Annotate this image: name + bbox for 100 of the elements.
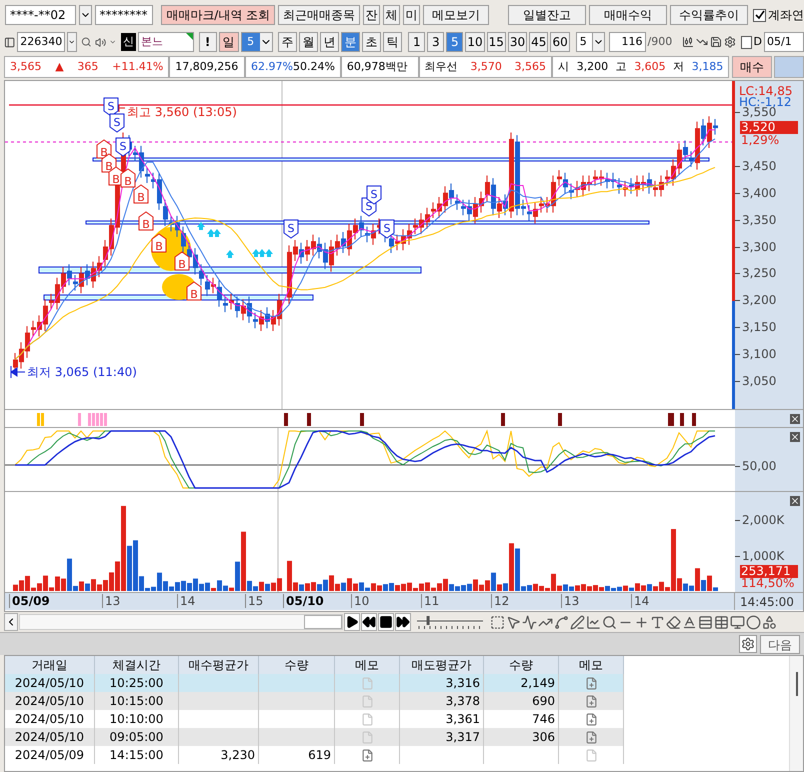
quote-text: 3,570 <box>470 58 502 75</box>
checkbox-label: 계좌연 <box>768 7 804 24</box>
rows-icon[interactable] <box>698 614 713 630</box>
next-button[interactable]: 다음 <box>760 634 800 654</box>
checkbox[interactable] <box>741 36 752 48</box>
table-cell-text: 2024/05/09 <box>14 747 84 764</box>
settings-icon[interactable] <box>739 635 757 653</box>
scroll-left-icon[interactable] <box>4 613 18 631</box>
baseline-icon[interactable] <box>682 614 697 630</box>
memo-add-icon[interactable] <box>584 676 598 690</box>
table-cell-text: 306 <box>532 729 555 746</box>
monitor-icon[interactable] <box>730 614 745 630</box>
dropdown-icon[interactable] <box>592 33 604 51</box>
table-row[interactable]: 2024/05/10 09:05:00 3,317 306 <box>5 728 624 746</box>
eraser-icon[interactable] <box>666 614 681 630</box>
table-row[interactable]: 2024/05/10 10:15:00 3,378 690 <box>5 692 624 710</box>
close-icon[interactable] <box>790 432 800 442</box>
account-field[interactable]: ****-**02 <box>5 5 76 25</box>
pointer-icon[interactable] <box>506 614 521 630</box>
alert-button[interactable]: ! <box>198 32 217 52</box>
memo-add-icon[interactable] <box>584 730 598 744</box>
scroll-thumb[interactable] <box>304 615 342 629</box>
stock-name-field[interactable]: 본느 <box>138 32 194 52</box>
axis-label: 2,000K <box>742 512 784 529</box>
curve-icon[interactable] <box>554 614 569 630</box>
memo-add-icon[interactable] <box>584 712 598 726</box>
toolbar-button[interactable]: 미 <box>403 5 420 25</box>
select-icon[interactable] <box>490 614 505 630</box>
quote-text: 62.97% <box>251 58 293 75</box>
interval-tab[interactable]: 1 <box>408 32 426 52</box>
interval-tab[interactable]: 15 <box>486 32 506 52</box>
table-cell-text: 2,149 <box>520 675 555 692</box>
interval-tab[interactable]: 5 <box>446 32 464 52</box>
save-icon[interactable] <box>710 34 722 50</box>
shapes-icon[interactable] <box>762 614 777 630</box>
circle-icon[interactable] <box>746 614 761 630</box>
bar-count-field[interactable]: 116 <box>609 32 646 52</box>
interval-tab[interactable]: 10 <box>465 32 485 52</box>
period-tab[interactable]: 년 <box>320 32 340 52</box>
password-field[interactable]: ******** <box>94 5 153 25</box>
day-button[interactable]: 일 <box>218 32 239 52</box>
toolbar-button[interactable]: 메모보기 <box>423 5 490 25</box>
close-icon[interactable] <box>790 414 800 424</box>
checkbox[interactable] <box>753 8 766 22</box>
stop-icon[interactable] <box>378 613 394 631</box>
period-tab[interactable]: 주 <box>278 32 298 52</box>
date-field[interactable]: 05/1 <box>764 32 804 52</box>
interval-tab[interactable]: 45 <box>529 32 548 52</box>
report-button[interactable]: 수익률추이 <box>670 5 748 25</box>
table-cell-text: 10:15:00 <box>110 693 164 710</box>
text-icon[interactable] <box>650 614 665 630</box>
sell-marker: S <box>110 114 124 133</box>
line-chart-icon[interactable] <box>586 614 601 630</box>
buy-marker: B <box>138 211 154 231</box>
trend-line-icon[interactable] <box>522 614 537 630</box>
period-tab[interactable]: 분 <box>341 32 360 52</box>
table-cell-text: 2024/05/10 <box>14 675 84 692</box>
search-icon[interactable] <box>80 35 92 49</box>
table-cell-text: 09:05:00 <box>110 729 164 746</box>
buy-button[interactable]: 매수 <box>732 56 772 78</box>
zoom-slider[interactable] <box>415 614 485 630</box>
axis-label: 3,200 <box>742 294 776 308</box>
pen-icon[interactable] <box>570 614 585 630</box>
quote-text: 시 <box>558 58 570 75</box>
table-cell-text: 2024/05/10 <box>14 711 84 728</box>
fast-forward-icon[interactable] <box>395 613 411 631</box>
axis-label: 3,300 <box>742 240 776 254</box>
interval-tab[interactable]: 30 <box>508 32 528 52</box>
rewind-icon[interactable] <box>361 613 377 631</box>
toolbar-button[interactable]: 최근매매종목 <box>278 5 360 25</box>
play-icon[interactable] <box>344 613 360 631</box>
plus-icon[interactable] <box>634 614 649 630</box>
buy-marker: B <box>120 168 136 188</box>
period-tab[interactable]: 초 <box>362 32 382 52</box>
search-icon[interactable] <box>602 614 617 630</box>
table-icon[interactable] <box>714 614 729 630</box>
interval-tab[interactable]: 60 <box>550 32 570 52</box>
table-row[interactable]: 2024/05/10 10:25:00 3,316 2,149 <box>5 674 624 692</box>
toolbar-button[interactable]: 잔 <box>363 5 380 25</box>
close-icon[interactable] <box>790 496 800 506</box>
toolbar-button[interactable]: 매매마크/내역 조회 <box>161 5 276 25</box>
toolbar-button[interactable]: 체 <box>383 5 400 25</box>
dropdown-icon[interactable] <box>260 33 272 51</box>
report-button[interactable]: 일별잔고 <box>508 5 586 25</box>
memo-add-icon[interactable] <box>584 694 598 708</box>
interval-dropdown[interactable]: 5 <box>576 32 606 52</box>
settings-icon[interactable] <box>724 34 736 50</box>
memo-add-icon[interactable] <box>360 748 374 762</box>
vertical-scrollbar[interactable] <box>789 656 803 771</box>
candle-icon[interactable] <box>682 34 694 50</box>
report-button[interactable]: 매매수익 <box>589 5 667 25</box>
table-cell-text: 3,378 <box>446 693 480 710</box>
table-cell-text: 2024/05/10 <box>14 729 84 746</box>
corner-triangle-icon <box>186 33 193 40</box>
code-field[interactable]: 226340 <box>17 32 66 52</box>
interval-tab[interactable]: 3 <box>427 32 444 52</box>
day-count-dropdown[interactable]: 5 <box>240 32 273 52</box>
period-tab[interactable]: 월 <box>299 32 318 52</box>
period-tab[interactable]: 틱 <box>383 32 402 52</box>
dropdown-icon[interactable] <box>78 5 92 25</box>
